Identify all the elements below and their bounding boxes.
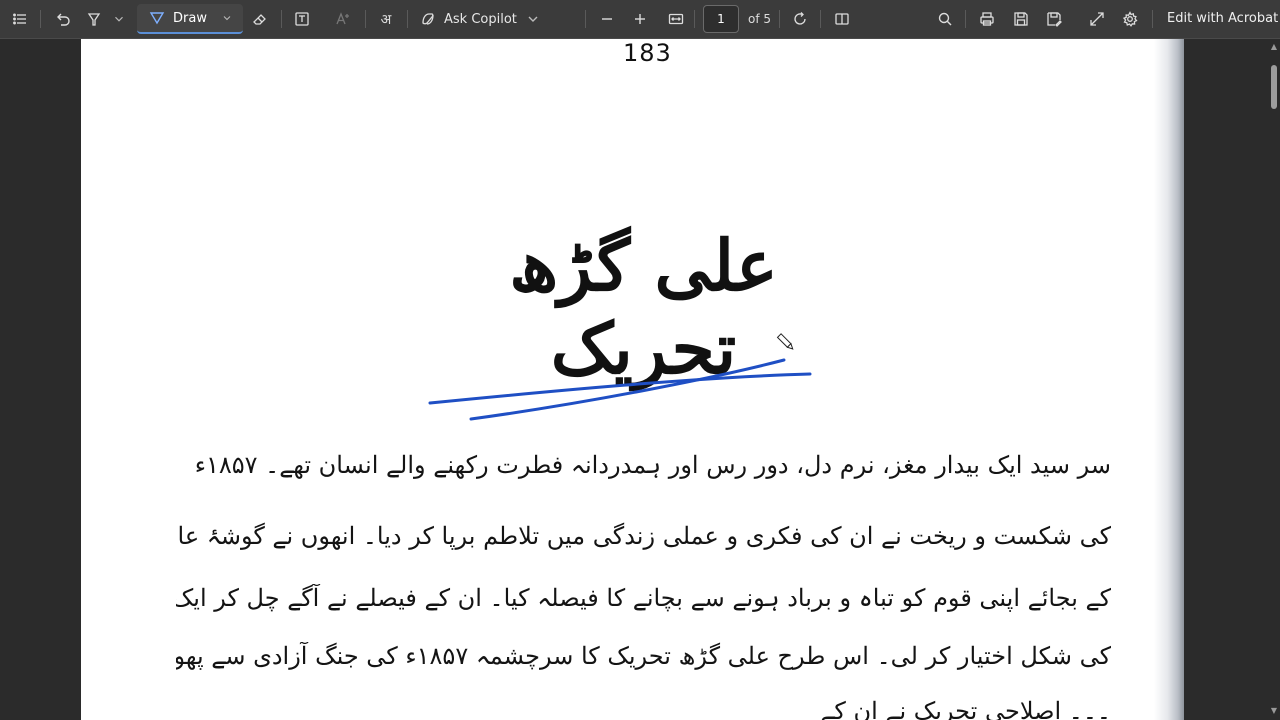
ask-copilot-label: Ask Copilot — [444, 11, 517, 27]
scroll-down-icon[interactable]: ▼ — [1270, 707, 1278, 715]
toolbar-divider — [965, 10, 966, 28]
ask-copilot-button[interactable]: Ask Copilot — [420, 0, 545, 38]
vertical-scrollbar[interactable]: ▲ ▼ — [1268, 39, 1280, 720]
zoom-in-icon[interactable] — [630, 0, 650, 38]
fit-width-icon[interactable] — [665, 0, 687, 38]
toolbar-divider — [407, 10, 408, 28]
add-text-icon[interactable] — [292, 0, 312, 38]
search-icon[interactable] — [935, 0, 955, 38]
toolbar-divider — [40, 10, 41, 28]
page-binding-shadow — [1154, 39, 1184, 720]
draw-button[interactable]: Draw — [137, 4, 243, 34]
toolbar-divider — [585, 10, 586, 28]
highlight-icon[interactable] — [84, 0, 104, 38]
paragraph-line: سر سید ایک بیدار مغز، نرم دل، دور رس اور… — [194, 451, 1111, 479]
gear-icon[interactable] — [1120, 0, 1140, 38]
page-number-input[interactable]: 1 — [703, 5, 739, 33]
ink-stroke — [469, 358, 786, 421]
rotate-icon[interactable] — [790, 0, 810, 38]
undo-icon[interactable] — [53, 0, 73, 38]
print-icon[interactable] — [977, 0, 997, 38]
page-view-icon[interactable] — [832, 0, 852, 38]
text-style-icon — [333, 0, 353, 38]
paragraph-line: کی شکست و ریخت نے ان کی فکری و عملی زندگ… — [176, 522, 1111, 550]
chevron-down-icon — [528, 16, 538, 22]
paragraph-line: کی شکل اختیار کر لی۔ اس طرح علی گڑھ تحری… — [176, 642, 1111, 670]
paragraph-line: ۔۔۔ اصلاحی تحریک نے ان کے — [820, 697, 1111, 720]
expand-icon[interactable] — [1087, 0, 1107, 38]
draw-icon — [149, 12, 165, 25]
zoom-out-icon[interactable] — [597, 0, 617, 38]
page-total: of 5 — [748, 12, 772, 26]
scroll-up-icon[interactable]: ▲ — [1270, 43, 1278, 51]
pencil-cursor-icon — [776, 333, 794, 350]
pdf-page: 183 علی گڑھ تحریک سر سید ایک بیدار مغز، … — [81, 39, 1184, 720]
toolbar-divider — [694, 10, 695, 28]
document-viewer: 183 علی گڑھ تحریک سر سید ایک بیدار مغز، … — [0, 39, 1268, 720]
toolbar-divider — [779, 10, 780, 28]
paragraph-line: کے بجائے اپنی قوم کو تباہ و برباد ہونے س… — [176, 584, 1111, 612]
draw-label: Draw — [173, 10, 207, 26]
ink-annotation[interactable] — [81, 39, 1184, 720]
toolbar-divider — [820, 10, 821, 28]
scrollbar-thumb[interactable] — [1271, 65, 1277, 109]
toolbar-divider — [1152, 10, 1153, 28]
edit-with-acrobat-button[interactable]: Edit with Acrobat — [1167, 0, 1278, 38]
copilot-icon — [422, 13, 434, 25]
save-as-icon[interactable] — [1044, 0, 1064, 38]
chevron-down-icon — [223, 16, 231, 21]
ink-stroke — [428, 372, 812, 405]
chevron-down-icon[interactable] — [112, 0, 126, 38]
read-aloud-icon[interactable]: अ — [375, 0, 397, 38]
toolbar-divider — [365, 10, 366, 28]
eraser-icon[interactable] — [250, 0, 270, 38]
pdf-toolbar: Draw अ Ask Copilot 1 of 5 Edit with Acro… — [0, 0, 1280, 39]
toolbar-divider — [281, 10, 282, 28]
contents-icon[interactable] — [10, 0, 30, 38]
save-icon[interactable] — [1011, 0, 1031, 38]
